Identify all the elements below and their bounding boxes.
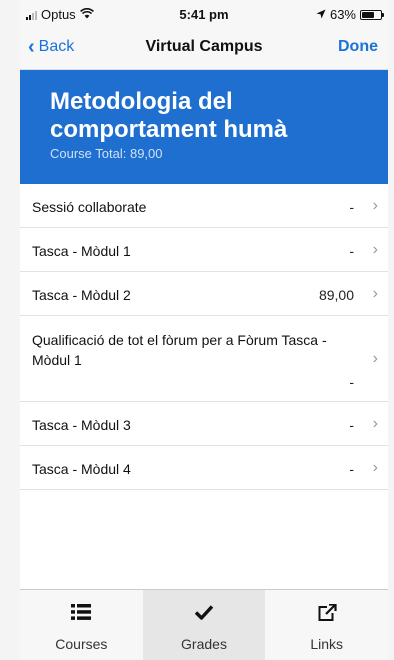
grade-item-value: - [349, 374, 354, 390]
location-arrow-icon [316, 7, 326, 22]
grade-row-tasca-modul-1[interactable]: Tasca - Mòdul 1 - › [20, 228, 388, 272]
grade-item-value: - [349, 243, 354, 259]
left-margin [0, 0, 20, 660]
grade-row-sessio-collaborate[interactable]: Sessió collaborate - › [20, 184, 388, 228]
app-screen: Optus 5:41 pm 63% ‹ Back Virtual Campus [20, 0, 388, 660]
grade-item-value: - [349, 461, 354, 477]
status-bar: Optus 5:41 pm 63% [20, 0, 388, 28]
grade-item-label: Sessió collaborate [32, 199, 147, 215]
grade-row-forum-tasca-modul-1[interactable]: Qualificació de tot el fòrum per a Fòrum… [20, 316, 388, 402]
tab-bar: Courses Grades Links [20, 589, 388, 660]
tab-label: Courses [55, 636, 108, 652]
nav-title: Virtual Campus [145, 38, 263, 55]
grade-item-value: - [349, 199, 354, 215]
grade-item-label: Tasca - Mòdul 1 [32, 243, 131, 259]
chevron-right-icon: › [372, 197, 378, 214]
tab-label: Links [310, 636, 344, 652]
external-link-icon [265, 604, 388, 624]
chevron-right-icon: › [372, 415, 378, 432]
tab-courses[interactable]: Courses [20, 590, 143, 660]
grade-item-value: - [349, 417, 354, 433]
grade-item-label: Tasca - Mòdul 3 [32, 417, 131, 433]
tab-links[interactable]: Links [265, 590, 388, 660]
chevron-right-icon: › [372, 459, 378, 476]
grade-item-label: Qualificació de tot el fòrum per a Fòrum… [32, 332, 327, 368]
grade-item-label: Tasca - Mòdul 2 [32, 287, 131, 303]
course-header: Metodologia del comportament humà Course… [20, 70, 388, 184]
chevron-right-icon: › [372, 285, 378, 302]
chevron-right-icon: › [372, 350, 378, 367]
battery-icon [360, 9, 384, 20]
grade-item-value: 89,00 [318, 287, 354, 303]
navigation-bar: ‹ Back Virtual Campus Done [20, 28, 388, 70]
grade-row-tasca-modul-3[interactable]: Tasca - Mòdul 3 - › [20, 402, 388, 446]
chevron-right-icon: › [372, 241, 378, 258]
device-frame: Optus 5:41 pm 63% ‹ Back Virtual Campus [0, 0, 394, 660]
tab-grades[interactable]: Grades [142, 590, 266, 660]
course-title: Metodologia del comportament humà [50, 88, 288, 143]
list-icon [20, 604, 143, 624]
battery-percent: 63% [329, 7, 356, 22]
done-button[interactable]: Done [338, 38, 378, 56]
checkmark-icon [143, 604, 266, 624]
grade-row-tasca-modul-4[interactable]: Tasca - Mòdul 4 - › [20, 446, 388, 490]
course-total: Course Total: 89,00 [50, 146, 163, 161]
status-right: 63% [316, 7, 384, 22]
tab-label: Grades [181, 636, 227, 652]
right-margin [388, 0, 394, 660]
grade-row-tasca-modul-2[interactable]: Tasca - Mòdul 2 89,00 › [20, 272, 388, 316]
grade-item-label: Tasca - Mòdul 4 [32, 461, 131, 477]
grade-list: Sessió collaborate - › Tasca - Mòdul 1 -… [20, 184, 388, 490]
